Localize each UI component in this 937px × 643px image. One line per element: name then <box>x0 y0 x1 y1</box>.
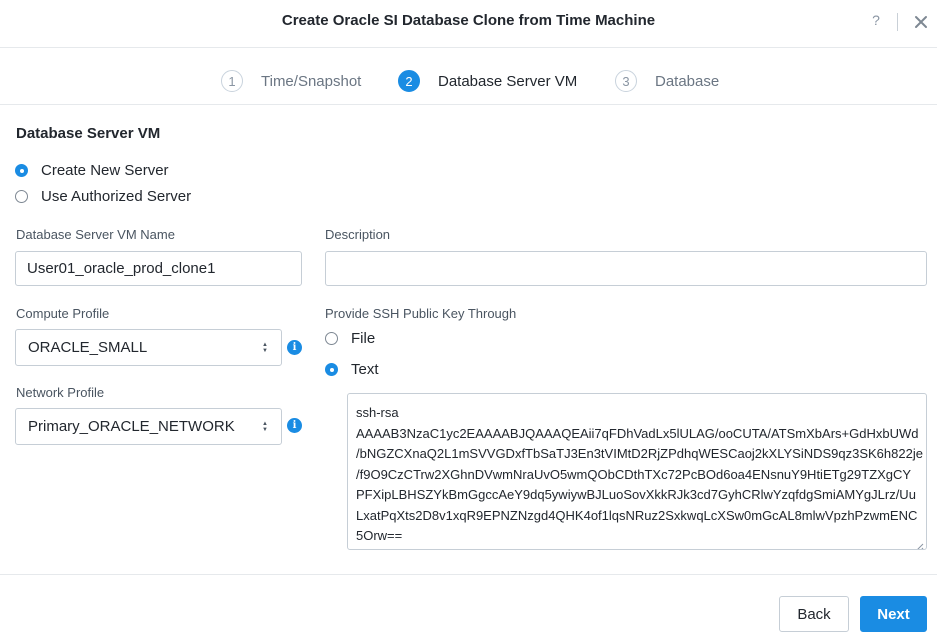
info-icon[interactable]: i <box>287 418 302 433</box>
network-profile-label: Network Profile <box>16 385 105 400</box>
create-new-server-radio[interactable]: Create New Server <box>15 162 169 179</box>
ssh-text-radio[interactable]: Text <box>325 361 379 378</box>
ssh-key-line: ssh-rsa <box>356 405 399 420</box>
ssh-key-line: LxatPqXts2D8v1xqR9EPNZNzgd4QHK4of1lqsNRu… <box>356 507 918 523</box>
close-icon[interactable] <box>912 12 930 32</box>
ssh-key-line: /bNGZCXnaQ2L1mSVVGDxfTbSaTJ3En3tVIMtD2Rj… <box>356 446 923 461</box>
radio-button-checked[interactable] <box>325 363 338 376</box>
radio-button[interactable] <box>15 190 28 203</box>
wizard-steps: 1 Time/Snapshot 2 Database Server VM 3 D… <box>0 49 937 105</box>
step-number: 3 <box>615 70 637 92</box>
ssh-key-label: Provide SSH Public Key Through <box>325 306 517 321</box>
step-label: Database <box>655 72 720 90</box>
help-icon[interactable]: ? <box>868 12 884 32</box>
ssh-key-textarea[interactable]: ssh-rsa AAAAB3NzaC1yc2EAAAABJQAAAQEAii7q… <box>347 393 927 550</box>
back-button[interactable]: Back <box>779 596 849 632</box>
resize-grip-icon[interactable] <box>915 538 924 549</box>
step-database-server-vm[interactable]: 2 Database Server VM <box>398 69 577 93</box>
ssh-key-line: 5Orw== <box>356 528 403 543</box>
step-database[interactable]: 3 Database <box>615 69 719 93</box>
description-label: Description <box>325 227 391 242</box>
step-label: Database Server VM <box>438 72 578 90</box>
radio-label: Use Authorized Server <box>41 188 192 205</box>
dialog-title: Create Oracle SI Database Clone from Tim… <box>281 12 656 29</box>
info-icon[interactable]: i <box>287 340 302 355</box>
radio-button[interactable] <box>325 332 338 345</box>
ssh-key-line: PFXipLBHSZYkBmGgccAeY9dq5ywiywBJLuoSovXk… <box>356 487 916 502</box>
step-time-snapshot[interactable]: 1 Time/Snapshot <box>221 69 361 93</box>
select-value: Primary_ORACLE_NETWORK <box>28 418 235 435</box>
step-number: 2 <box>398 70 420 92</box>
compute-profile-label: Compute Profile <box>16 306 110 321</box>
section-title: Database Server VM <box>16 125 161 142</box>
radio-button-checked[interactable] <box>15 164 28 177</box>
ssh-key-line: AAAAB3NzaC1yc2EAAAABJQAAAQEAii7qFDhVadLx… <box>356 425 919 441</box>
chevron-updown-icon: ▲ ▼ <box>262 341 268 354</box>
compute-profile-select[interactable]: ORACLE_SMALL ▲ ▼ <box>15 329 282 366</box>
next-button[interactable]: Next <box>860 596 927 632</box>
network-profile-select[interactable]: Primary_ORACLE_NETWORK ▲ ▼ <box>15 408 282 445</box>
step-label: Time/Snapshot <box>261 72 362 90</box>
radio-label: Create New Server <box>41 162 169 179</box>
radio-label: File <box>351 330 376 347</box>
use-authorized-server-radio[interactable]: Use Authorized Server <box>15 188 191 205</box>
header-divider <box>897 13 898 31</box>
ssh-key-line: /f9O9CzCTrw2XGhnDVwmNraUvO5wmQObCDthTXc7… <box>356 466 912 482</box>
dialog-header: Create Oracle SI Database Clone from Tim… <box>0 0 937 48</box>
description-input[interactable] <box>325 251 927 286</box>
select-value: ORACLE_SMALL <box>28 339 148 356</box>
ssh-file-radio[interactable]: File <box>325 330 375 347</box>
step-number: 1 <box>221 70 243 92</box>
vm-name-label: Database Server VM Name <box>16 227 175 242</box>
radio-label: Text <box>351 361 379 378</box>
vm-name-input[interactable]: User01_oracle_prod_clone1 <box>15 251 302 286</box>
chevron-updown-icon: ▲ ▼ <box>262 420 268 433</box>
